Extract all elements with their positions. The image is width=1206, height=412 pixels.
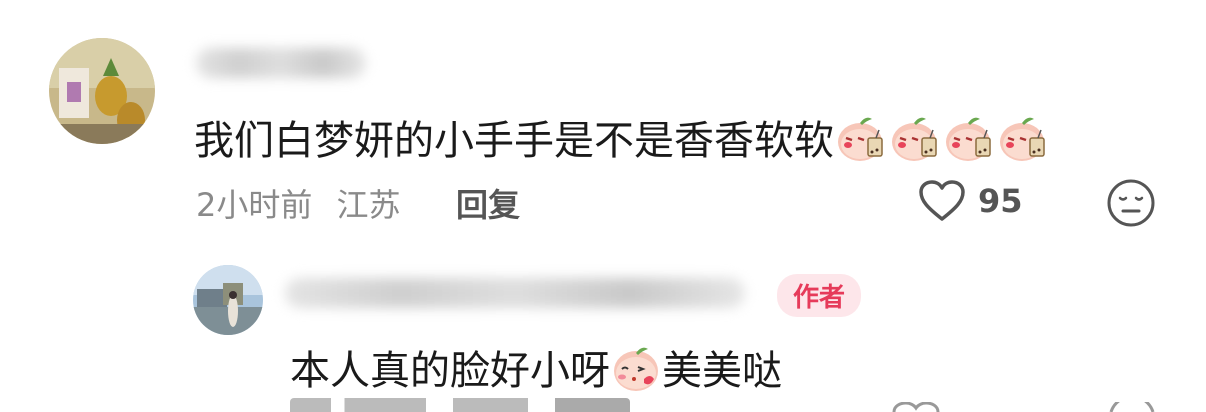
peach-bubble-tea-emoji: [942, 112, 996, 174]
like-count: 95: [978, 182, 1023, 220]
author-name-blurred[interactable]: [285, 278, 745, 308]
comment-text-content: 我们白梦妍的小手手是不是香香软软: [194, 118, 834, 164]
comment-text: 我们白梦妍的小手手是不是香香软软: [194, 108, 1050, 174]
next-heart-icon-cutoff: [892, 402, 940, 412]
heart-icon: [919, 180, 965, 221]
commenter-avatar[interactable]: [49, 38, 155, 144]
peach-emoji-row: [834, 117, 1050, 164]
reply-text: 本人真的脸好小呀 美美哒: [290, 338, 782, 403]
peach-bubble-tea-emoji: [996, 112, 1050, 174]
peach-bubble-tea-emoji: [834, 112, 888, 174]
author-avatar[interactable]: [193, 265, 263, 335]
comment-time: 2小时前: [196, 186, 313, 224]
author-badge: 作者: [777, 274, 862, 317]
like-button[interactable]: 95: [918, 180, 1023, 222]
blushing-peach-emoji: [610, 343, 662, 403]
reply-text-before: 本人真的脸好小呀: [290, 348, 610, 394]
next-meta-cutoff: [290, 398, 630, 412]
commenter-name-blurred[interactable]: [196, 48, 366, 78]
reply-text-after: 美美哒: [662, 348, 782, 394]
reply-button[interactable]: 回复: [456, 180, 520, 226]
comment-meta: 2小时前 江苏: [196, 180, 401, 226]
peach-bubble-tea-emoji: [888, 112, 942, 174]
comment-location: 江苏: [336, 186, 401, 224]
next-face-icon-cutoff: [1109, 402, 1155, 412]
dislike-face-icon[interactable]: [1106, 178, 1156, 228]
